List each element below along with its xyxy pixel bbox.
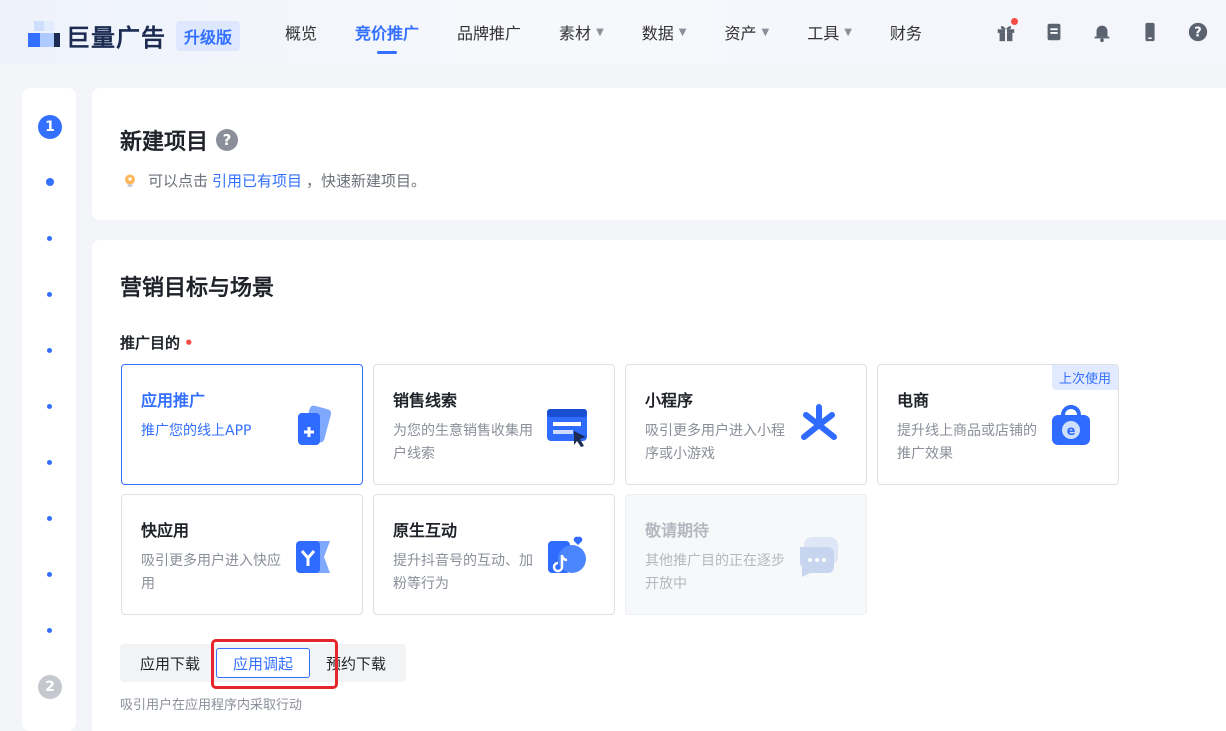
tip-line: 可以点击 引用已有项目 ，快速新建项目。 [122, 170, 426, 191]
nav-overview[interactable]: 概览 [285, 0, 317, 64]
nav-data[interactable]: 数据 ▼ [642, 0, 687, 64]
rail-dot [46, 178, 54, 186]
rail-dot [47, 516, 52, 521]
segment-description: 吸引用户在应用程序内采取行动 [120, 698, 303, 713]
caret-down-icon: ▼ [761, 26, 770, 38]
document-icon[interactable] [1042, 20, 1066, 44]
last-used-tag: 上次使用 [1051, 365, 1118, 390]
douyin-icon [544, 533, 590, 579]
option-ecommerce[interactable]: 电商 提升线上商品或店铺的推广效果 上次使用 e [877, 364, 1119, 485]
nav-materials[interactable]: 素材 ▼ [559, 0, 604, 64]
rail-dot [47, 292, 52, 297]
caret-down-icon: ▼ [596, 26, 604, 38]
svg-text:e: e [1067, 424, 1076, 439]
main-nav: 概览 竞价推广 品牌推广 素材 ▼ 数据 ▼ 资产 ▼ 工具 ▼ 财务 [285, 0, 960, 64]
nav-brand-promotion[interactable]: 品牌推广 [457, 0, 521, 64]
required-mark: • [184, 334, 194, 352]
rail-dot [47, 460, 52, 465]
nav-bidding-promotion[interactable]: 竞价推广 [355, 0, 419, 64]
caret-down-icon: ▼ [678, 26, 687, 38]
step-rail: 1 2 [22, 88, 76, 731]
chat-bubble-icon [796, 533, 842, 579]
reference-existing-project-link[interactable]: 引用已有项目 [212, 170, 302, 191]
rail-dot [47, 348, 52, 353]
marketing-goal-card: 营销目标与场景 推广目的 • 应用推广 推广您的线上APP 销售线索 为您的生意销… [92, 240, 1226, 731]
notification-dot [1011, 18, 1018, 25]
rail-dot [47, 572, 52, 577]
svg-text:?: ? [1194, 26, 1201, 41]
web-form-icon [544, 403, 590, 449]
rail-dot [47, 236, 52, 241]
rail-dot [47, 404, 52, 409]
caret-down-icon: ▼ [844, 26, 852, 38]
app-card-icon [292, 403, 338, 449]
logo[interactable]: 巨量广告 升级版 [28, 18, 241, 53]
version-badge: 升级版 [176, 20, 241, 51]
quick-app-icon [292, 533, 338, 579]
step-2-indicator[interactable]: 2 [38, 675, 62, 699]
nav-finance[interactable]: 财务 [890, 0, 922, 64]
marketing-goal-title: 营销目标与场景 [120, 276, 275, 301]
shop-bag-icon: e [1048, 403, 1094, 449]
logo-text: 巨量广告 [66, 24, 166, 52]
option-coming-soon: 敬请期待 其他推广目的正在逐步开放中 [625, 494, 867, 615]
option-app-promotion[interactable]: 应用推广 推广您的线上APP [121, 364, 363, 485]
app-action-segmented-control: 应用下载 应用调起 预约下载 [120, 644, 407, 682]
new-project-card: 新建项目 ? 可以点击 引用已有项目 ，快速新建项目。 [92, 88, 1226, 220]
segment-app-launch[interactable]: 应用调起 [216, 648, 311, 678]
mini-program-icon [796, 403, 842, 449]
lightbulb-icon [125, 174, 135, 187]
option-quick-app[interactable]: 快应用 吸引更多用户进入快应用 [121, 494, 363, 615]
rail-dot [47, 628, 52, 633]
option-sales-leads[interactable]: 销售线索 为您的生意销售收集用户线索 [373, 364, 615, 485]
question-icon[interactable]: ? [216, 129, 239, 151]
header-actions: ? [994, 18, 1226, 44]
gift-icon[interactable] [994, 18, 1018, 44]
help-icon[interactable]: ? [1186, 20, 1210, 44]
option-mini-program[interactable]: 小程序 吸引更多用户进入小程序或小游戏 [625, 364, 867, 485]
phone-icon[interactable] [1138, 20, 1162, 44]
nav-assets[interactable]: 资产 ▼ [724, 0, 769, 64]
option-native-interaction[interactable]: 原生互动 提升抖音号的互动、加粉等行为 [373, 494, 615, 615]
bell-icon[interactable] [1090, 20, 1114, 44]
promotion-purpose-label: 推广目的 • [120, 334, 194, 352]
logo-mark-icon [28, 20, 62, 51]
new-project-title: 新建项目 ? [120, 124, 239, 156]
step-1-indicator[interactable]: 1 [38, 115, 62, 139]
segment-app-download[interactable]: 应用下载 [124, 648, 216, 678]
top-navigation-bar: 巨量广告 升级版 概览 竞价推广 品牌推广 素材 ▼ 数据 ▼ 资产 ▼ 工具 ▼ 财务… [0, 0, 1226, 64]
segment-pre-order-download[interactable]: 预约下载 [310, 648, 402, 678]
nav-tools[interactable]: 工具 ▼ [807, 0, 852, 64]
